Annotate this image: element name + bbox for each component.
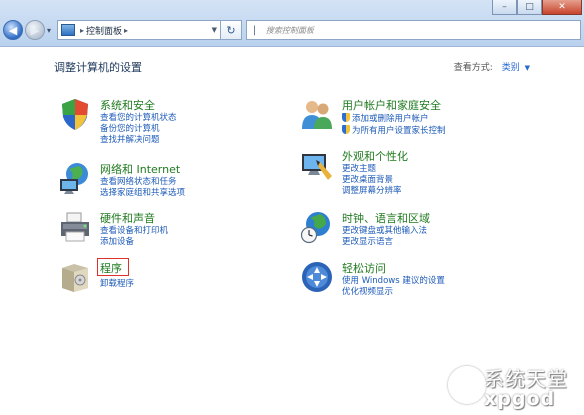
category-appearance: 外观和个性化 更改主题 更改桌面背景 调整屏幕分辨率 bbox=[300, 148, 530, 203]
breadcrumb-separator-icon[interactable]: ▸ bbox=[80, 26, 84, 35]
category-links: 卸载程序 bbox=[100, 279, 134, 290]
chevron-down-icon[interactable]: ▼ bbox=[525, 64, 530, 72]
category-links: 查看您的计算机状态 备份您的计算机 查找并解决问题 bbox=[100, 113, 177, 146]
category-network-internet: 网络和 Internet 查看网络状态和任务 选择家庭组和共享选项 bbox=[58, 161, 258, 206]
window-controls: – □ ✕ bbox=[492, 0, 582, 15]
task-link[interactable]: 查看网络状态和任务 bbox=[100, 177, 185, 188]
address-dropdown-icon[interactable]: ▼ bbox=[212, 26, 217, 34]
task-link[interactable]: 调整屏幕分辨率 bbox=[342, 186, 402, 197]
users-icon[interactable] bbox=[300, 97, 334, 131]
task-link-text[interactable]: 为所有用户设置家长控制 bbox=[352, 126, 446, 136]
search-box[interactable]: | bbox=[246, 20, 581, 40]
clock-globe-icon[interactable] bbox=[300, 210, 334, 244]
category-ease-of-access: 轻松访问 使用 Windows 建议的设置 优化视频显示 bbox=[300, 260, 530, 305]
category-hardware-sound: 硬件和声音 查看设备和打印机 添加设备 bbox=[58, 210, 258, 255]
watermark-domain: xpgod bbox=[484, 388, 556, 410]
printer-hardware-icon[interactable] bbox=[58, 210, 92, 244]
search-input[interactable] bbox=[261, 23, 580, 37]
page-title: 调整计算机的设置 bbox=[54, 61, 142, 74]
task-link-text[interactable]: 添加或删除用户帐户 bbox=[352, 114, 429, 124]
category-links: 添加或删除用户帐户 为所有用户设置家长控制 bbox=[342, 113, 446, 137]
title-bar: – □ ✕ ◀ ▶ ▾ ▸ 控制面板 ▸ ▼ ↻ | bbox=[0, 0, 584, 47]
task-link[interactable]: 优化视频显示 bbox=[342, 287, 445, 298]
search-divider: | bbox=[252, 24, 257, 36]
ease-of-access-icon[interactable] bbox=[300, 260, 334, 294]
category-programs: 程序 卸载程序 bbox=[58, 258, 258, 300]
category-links: 更改主题 更改桌面背景 调整屏幕分辨率 bbox=[342, 164, 402, 197]
back-button[interactable]: ◀ bbox=[3, 20, 23, 40]
view-by-label: 查看方式: bbox=[453, 63, 493, 73]
minimize-button[interactable]: – bbox=[492, 0, 517, 15]
task-link[interactable]: 添加或删除用户帐户 bbox=[342, 113, 446, 125]
programs-box-icon[interactable] bbox=[58, 260, 92, 294]
uac-shield-icon bbox=[342, 125, 350, 134]
uac-shield-icon bbox=[342, 113, 350, 122]
monitor-personalize-icon[interactable] bbox=[300, 148, 334, 182]
forward-button[interactable]: ▶ bbox=[25, 20, 45, 40]
breadcrumb-separator-icon[interactable]: ▸ bbox=[124, 26, 128, 35]
task-link[interactable]: 更改桌面背景 bbox=[342, 175, 402, 186]
watermark-logo-icon bbox=[448, 366, 486, 404]
category-clock-language: 时钟、语言和区域 更改键盘或其他输入法 更改显示语言 bbox=[300, 210, 530, 255]
category-title[interactable]: 时钟、语言和区域 bbox=[342, 210, 430, 226]
category-title[interactable]: 外观和个性化 bbox=[342, 148, 408, 164]
close-button[interactable]: ✕ bbox=[542, 0, 582, 15]
maximize-button[interactable]: □ bbox=[517, 0, 542, 15]
system-security-shield-icon[interactable] bbox=[58, 97, 92, 131]
view-by-dropdown[interactable]: 类别 bbox=[502, 63, 520, 73]
category-title[interactable]: 程序 bbox=[97, 258, 129, 276]
task-link[interactable]: 使用 Windows 建议的设置 bbox=[342, 276, 445, 287]
refresh-button[interactable]: ↻ bbox=[221, 20, 243, 40]
category-user-accounts: 用户帐户和家庭安全 添加或删除用户帐户 为所有用户设置家长控制 bbox=[300, 97, 530, 142]
watermark: 系统天堂 xpgod bbox=[438, 360, 584, 415]
category-title[interactable]: 系统和安全 bbox=[100, 97, 155, 113]
task-link[interactable]: 卸载程序 bbox=[100, 279, 134, 290]
history-dropdown-icon[interactable]: ▾ bbox=[47, 26, 51, 35]
task-link[interactable]: 查找并解决问题 bbox=[100, 135, 177, 146]
control-panel-icon bbox=[61, 24, 76, 36]
task-link[interactable]: 更改显示语言 bbox=[342, 237, 427, 248]
task-link[interactable]: 备份您的计算机 bbox=[100, 124, 177, 135]
task-link[interactable]: 查看您的计算机状态 bbox=[100, 113, 177, 124]
category-links: 使用 Windows 建议的设置 优化视频显示 bbox=[342, 276, 445, 298]
category-links: 查看网络状态和任务 选择家庭组和共享选项 bbox=[100, 177, 185, 199]
category-title[interactable]: 网络和 Internet bbox=[100, 161, 180, 177]
refresh-icon: ↻ bbox=[226, 23, 236, 37]
task-link[interactable]: 更改键盘或其他输入法 bbox=[342, 226, 427, 237]
category-links: 更改键盘或其他输入法 更改显示语言 bbox=[342, 226, 427, 248]
back-arrow-icon: ◀ bbox=[8, 23, 18, 37]
category-title[interactable]: 轻松访问 bbox=[342, 260, 386, 276]
category-links: 查看设备和打印机 添加设备 bbox=[100, 226, 168, 248]
highlight-box bbox=[97, 258, 129, 276]
category-title[interactable]: 硬件和声音 bbox=[100, 210, 155, 226]
breadcrumb-control-panel[interactable]: 控制面板 bbox=[86, 24, 122, 37]
network-globe-icon[interactable] bbox=[58, 161, 92, 195]
task-link[interactable]: 查看设备和打印机 bbox=[100, 226, 168, 237]
task-link[interactable]: 为所有用户设置家长控制 bbox=[342, 125, 446, 137]
task-link[interactable]: 选择家庭组和共享选项 bbox=[100, 188, 185, 199]
category-title[interactable]: 用户帐户和家庭安全 bbox=[342, 97, 441, 113]
task-link[interactable]: 添加设备 bbox=[100, 237, 168, 248]
view-by: 查看方式: 类别 ▼ bbox=[454, 60, 530, 73]
forward-arrow-icon: ▶ bbox=[30, 23, 40, 37]
category-system-security: 系统和安全 查看您的计算机状态 备份您的计算机 查找并解决问题 bbox=[58, 97, 258, 157]
navigation-bar: ◀ ▶ ▾ ▸ 控制面板 ▸ ▼ ↻ | bbox=[3, 19, 581, 41]
address-bar[interactable]: ▸ 控制面板 ▸ ▼ bbox=[57, 20, 222, 40]
task-link[interactable]: 更改主题 bbox=[342, 164, 402, 175]
